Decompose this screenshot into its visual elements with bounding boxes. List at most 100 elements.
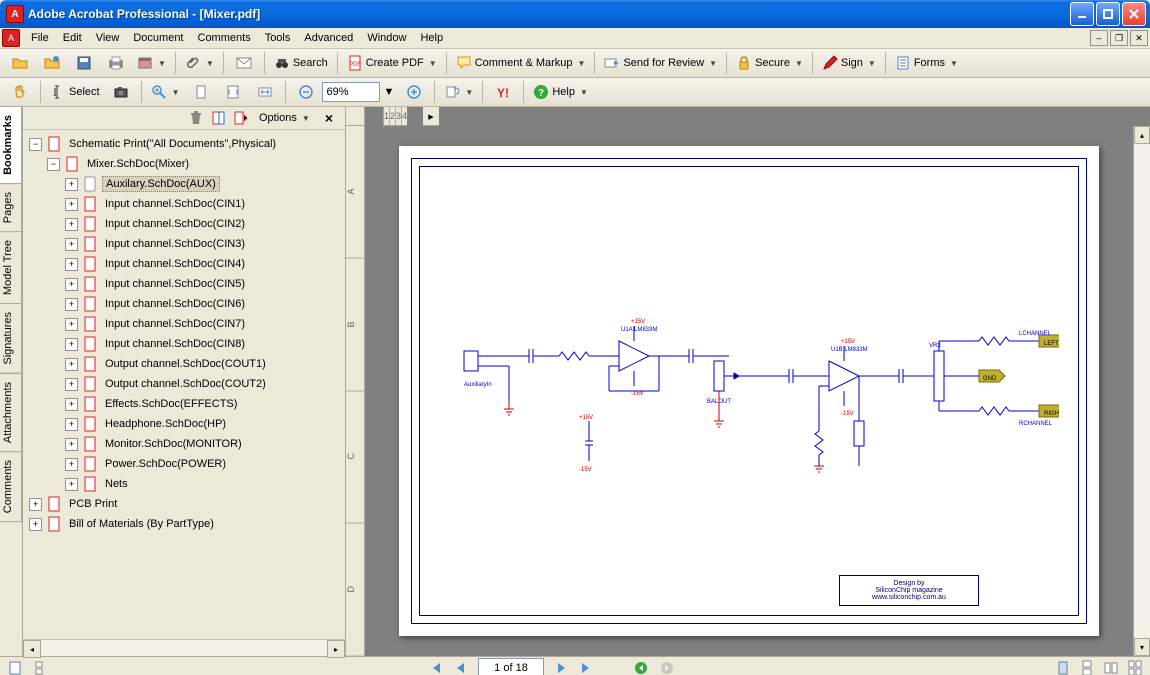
single-page-view-button[interactable] <box>1054 659 1072 675</box>
prev-page-button[interactable] <box>452 659 470 675</box>
menu-edit[interactable]: Edit <box>56 30 89 46</box>
tree-node-child[interactable]: +Input channel.SchDoc(CIN4) <box>25 254 343 274</box>
actual-size-button[interactable] <box>185 80 217 104</box>
window-close-button[interactable] <box>1122 2 1146 26</box>
ruler-right-arrow[interactable]: ▸ <box>423 107 439 126</box>
attach-button[interactable]: ▼ <box>180 51 219 75</box>
tab-bookmarks[interactable]: Bookmarks <box>0 106 22 184</box>
tree-node-child[interactable]: +Effects.SchDoc(EFFECTS) <box>25 394 343 414</box>
expand-icon[interactable]: + <box>65 338 78 351</box>
expand-icon[interactable]: + <box>29 518 42 531</box>
tree-node-child[interactable]: +Input channel.SchDoc(CIN2) <box>25 214 343 234</box>
page-number-input[interactable] <box>478 658 544 675</box>
tab-comments[interactable]: Comments <box>0 451 22 522</box>
expand-icon[interactable]: + <box>65 178 78 191</box>
tree-node-child[interactable]: +Power.SchDoc(POWER) <box>25 454 343 474</box>
bookmarks-hscroll[interactable]: ◂ ▸ <box>23 639 345 656</box>
snapshot-tool-button[interactable] <box>105 80 137 104</box>
menu-file[interactable]: File <box>24 30 56 46</box>
open-button[interactable] <box>4 51 36 75</box>
menu-advanced[interactable]: Advanced <box>297 30 360 46</box>
tree-node-child[interactable]: +Output channel.SchDoc(COUT1) <box>25 354 343 374</box>
expand-icon[interactable]: + <box>29 498 42 511</box>
tree-node-root[interactable]: −Schematic Print("All Documents",Physica… <box>25 134 343 154</box>
prev-view-button[interactable] <box>632 659 650 675</box>
comment-markup-button[interactable]: Comment & Markup▼ <box>451 51 591 75</box>
tree-node-child[interactable]: +Input channel.SchDoc(CIN5) <box>25 274 343 294</box>
tree-node-child[interactable]: +Input channel.SchDoc(CIN3) <box>25 234 343 254</box>
expand-icon[interactable]: + <box>65 238 78 251</box>
expand-icon[interactable]: + <box>65 198 78 211</box>
expand-icon[interactable]: + <box>65 358 78 371</box>
expand-icon[interactable]: + <box>65 478 78 491</box>
tree-node-pcb[interactable]: +PCB Print <box>25 494 343 514</box>
tab-model-tree[interactable]: Model Tree <box>0 231 22 304</box>
menu-document[interactable]: Document <box>126 30 190 46</box>
fit-width-button[interactable] <box>249 80 281 104</box>
tree-node-child[interactable]: +Output channel.SchDoc(COUT2) <box>25 374 343 394</box>
mdi-minimize-button[interactable]: – <box>1090 30 1108 46</box>
vertical-scrollbar[interactable]: ▴ ▾ <box>1133 126 1150 656</box>
save-button[interactable] <box>68 51 100 75</box>
scroll-right-button[interactable]: ▸ <box>327 640 345 658</box>
expand-icon[interactable]: + <box>65 438 78 451</box>
expand-icon[interactable]: + <box>65 318 78 331</box>
tree-node-child[interactable]: +Input channel.SchDoc(CIN7) <box>25 314 343 334</box>
scroll-down-button[interactable]: ▾ <box>1134 638 1150 656</box>
help-button[interactable]: ?Help▼ <box>528 80 593 104</box>
page-viewport[interactable]: AuxiliaryIn <box>365 126 1133 656</box>
first-page-button[interactable] <box>426 659 444 675</box>
rotate-button[interactable]: ▼ <box>439 80 478 104</box>
search-button[interactable]: Search <box>269 51 333 75</box>
trash-icon[interactable] <box>188 110 204 126</box>
print-button[interactable] <box>100 51 132 75</box>
yahoo-button[interactable]: Y! <box>487 80 519 104</box>
create-pdf-button[interactable]: PDFCreate PDF▼ <box>342 51 442 75</box>
collapse-icon[interactable]: − <box>29 138 42 151</box>
sign-button[interactable]: Sign▼ <box>817 51 881 75</box>
last-page-button[interactable] <box>578 659 596 675</box>
expand-icon[interactable]: + <box>65 278 78 291</box>
zoom-dropdown[interactable]: ▼ <box>384 86 395 98</box>
facing-view-button[interactable] <box>1102 659 1120 675</box>
tree-node-child[interactable]: +Nets <box>25 474 343 494</box>
tree-node-child[interactable]: +Headphone.SchDoc(HP) <box>25 414 343 434</box>
organizer-button[interactable]: ▼ <box>132 51 171 75</box>
window-minimize-button[interactable] <box>1070 2 1094 26</box>
expand-icon[interactable]: + <box>65 458 78 471</box>
tree-node-bom[interactable]: +Bill of Materials (By PartType) <box>25 514 343 534</box>
expand-bookmark-icon[interactable] <box>232 110 248 126</box>
forms-button[interactable]: Forms▼ <box>890 51 963 75</box>
tree-node-child[interactable]: +Input channel.SchDoc(CIN8) <box>25 334 343 354</box>
expand-icon[interactable]: + <box>65 258 78 271</box>
select-tool-button[interactable]: ISelect <box>45 80 105 104</box>
scroll-up-button[interactable]: ▴ <box>1134 126 1150 144</box>
tab-pages[interactable]: Pages <box>0 183 22 232</box>
mdi-close-button[interactable]: ✕ <box>1130 30 1148 46</box>
zoom-in-button[interactable] <box>398 80 430 104</box>
layout-continuous-button[interactable] <box>30 659 48 675</box>
expand-icon[interactable]: + <box>65 218 78 231</box>
zoom-level-input[interactable] <box>322 82 380 102</box>
next-page-button[interactable] <box>552 659 570 675</box>
next-view-button[interactable] <box>658 659 676 675</box>
tree-node-child[interactable]: +Input channel.SchDoc(CIN6) <box>25 294 343 314</box>
mdi-restore-button[interactable]: ❐ <box>1110 30 1128 46</box>
scroll-left-button[interactable]: ◂ <box>23 640 41 658</box>
collapse-icon[interactable]: − <box>47 158 60 171</box>
tab-signatures[interactable]: Signatures <box>0 303 22 374</box>
bookmarks-close-button[interactable]: × <box>321 110 337 126</box>
menu-tools[interactable]: Tools <box>258 30 298 46</box>
open-web-button[interactable] <box>36 51 68 75</box>
window-maximize-button[interactable] <box>1096 2 1120 26</box>
menu-help[interactable]: Help <box>413 30 450 46</box>
tree-node-mixer[interactable]: −Mixer.SchDoc(Mixer) <box>25 154 343 174</box>
expand-icon[interactable]: + <box>65 298 78 311</box>
tab-attachments[interactable]: Attachments <box>0 373 22 452</box>
zoom-out-button[interactable] <box>290 80 322 104</box>
tree-node-child[interactable]: +Monitor.SchDoc(MONITOR) <box>25 434 343 454</box>
menu-comments[interactable]: Comments <box>191 30 258 46</box>
continuous-facing-view-button[interactable] <box>1126 659 1144 675</box>
expand-icon[interactable]: + <box>65 398 78 411</box>
tree-node-aux[interactable]: +Auxilary.SchDoc(AUX) <box>25 174 343 194</box>
